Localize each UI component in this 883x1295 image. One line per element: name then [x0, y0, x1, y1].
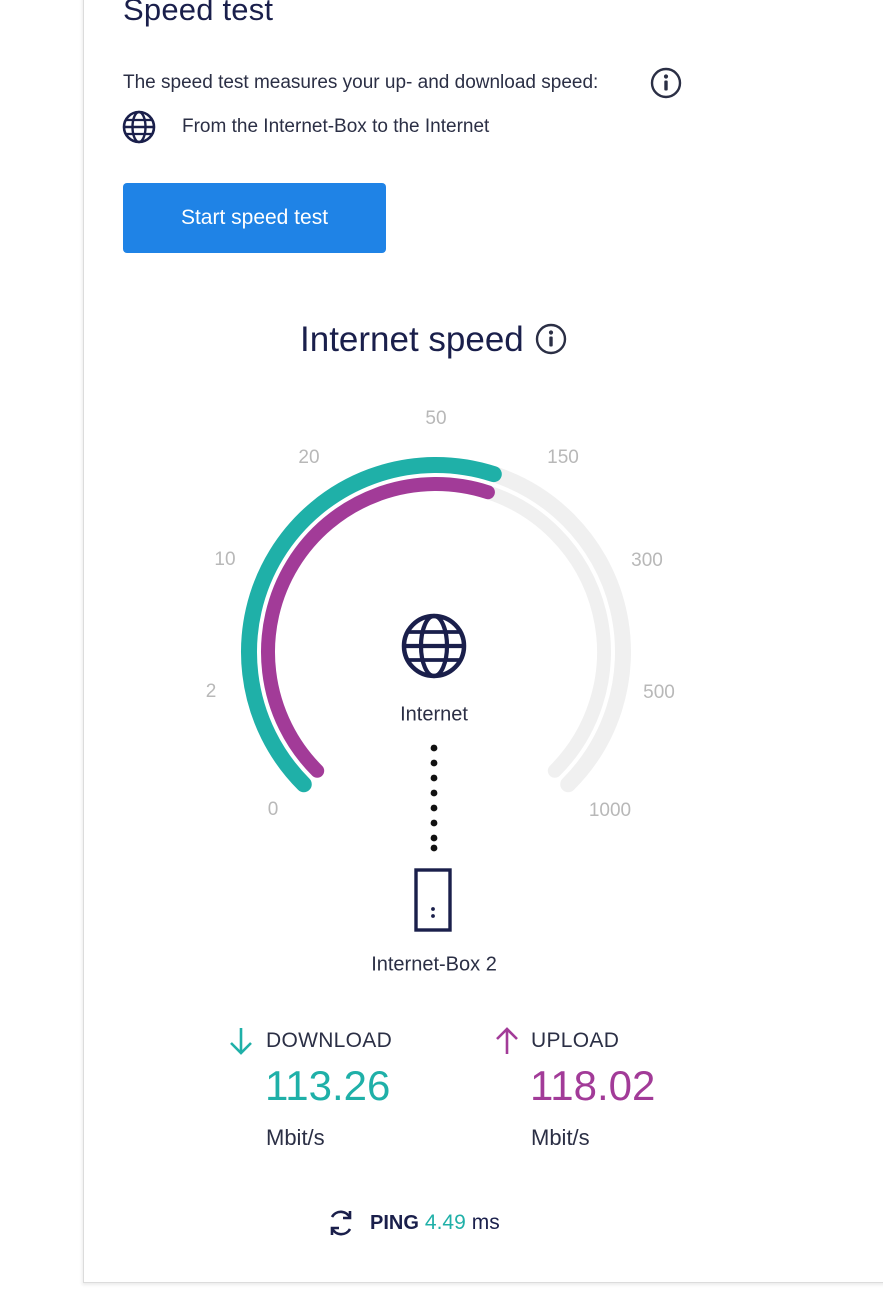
download-label: DOWNLOAD — [266, 1029, 393, 1052]
upload-value: 118.02 — [530, 1062, 656, 1109]
internet-speed-title: Internet speed — [300, 320, 524, 359]
gauge-tick-label: 150 — [547, 447, 579, 468]
globe-icon — [401, 613, 467, 679]
ping-label: PING — [370, 1211, 419, 1234]
gauge-tick-label: 0 — [267, 799, 279, 820]
gauge-tick-label: 50 — [425, 408, 447, 429]
gauge-tick-label: 1000 — [588, 800, 632, 821]
info-icon[interactable] — [650, 67, 682, 99]
page-title: Speed test — [123, 0, 274, 27]
start-speed-test-button[interactable]: Start speed test — [123, 183, 386, 253]
ping-value: 4.49 — [424, 1211, 466, 1234]
connection-line — [430, 744, 438, 852]
router-icon — [414, 868, 452, 932]
download-unit: Mbit/s — [266, 1125, 325, 1150]
internet-label: Internet — [400, 703, 468, 726]
speed-test-description: The speed test measures your up- and dow… — [123, 72, 599, 93]
ping-unit: ms — [471, 1211, 500, 1234]
info-icon[interactable] — [535, 323, 567, 355]
download-value: 113.26 — [265, 1062, 391, 1109]
upload-unit: Mbit/s — [531, 1125, 590, 1150]
upload-label: UPLOAD — [531, 1029, 620, 1052]
route-text: From the Internet-Box to the Internet — [182, 116, 490, 137]
gauge-tick-label: 2 — [205, 681, 217, 702]
gauge-tick-label: 10 — [214, 549, 236, 570]
ping-row: PING 4.49 ms — [326, 1205, 500, 1241]
page: Speed test The speed test measures your … — [0, 0, 883, 1295]
globe-icon — [122, 110, 156, 144]
gauge-tick-label: 500 — [643, 682, 675, 703]
gauge-tick-label: 20 — [298, 447, 320, 468]
arrow-up-icon — [496, 1027, 518, 1054]
refresh-icon — [330, 1210, 352, 1236]
device-label: Internet-Box 2 — [371, 953, 497, 976]
gauge-tick-label: 300 — [631, 550, 663, 571]
arrow-down-icon — [230, 1028, 252, 1055]
